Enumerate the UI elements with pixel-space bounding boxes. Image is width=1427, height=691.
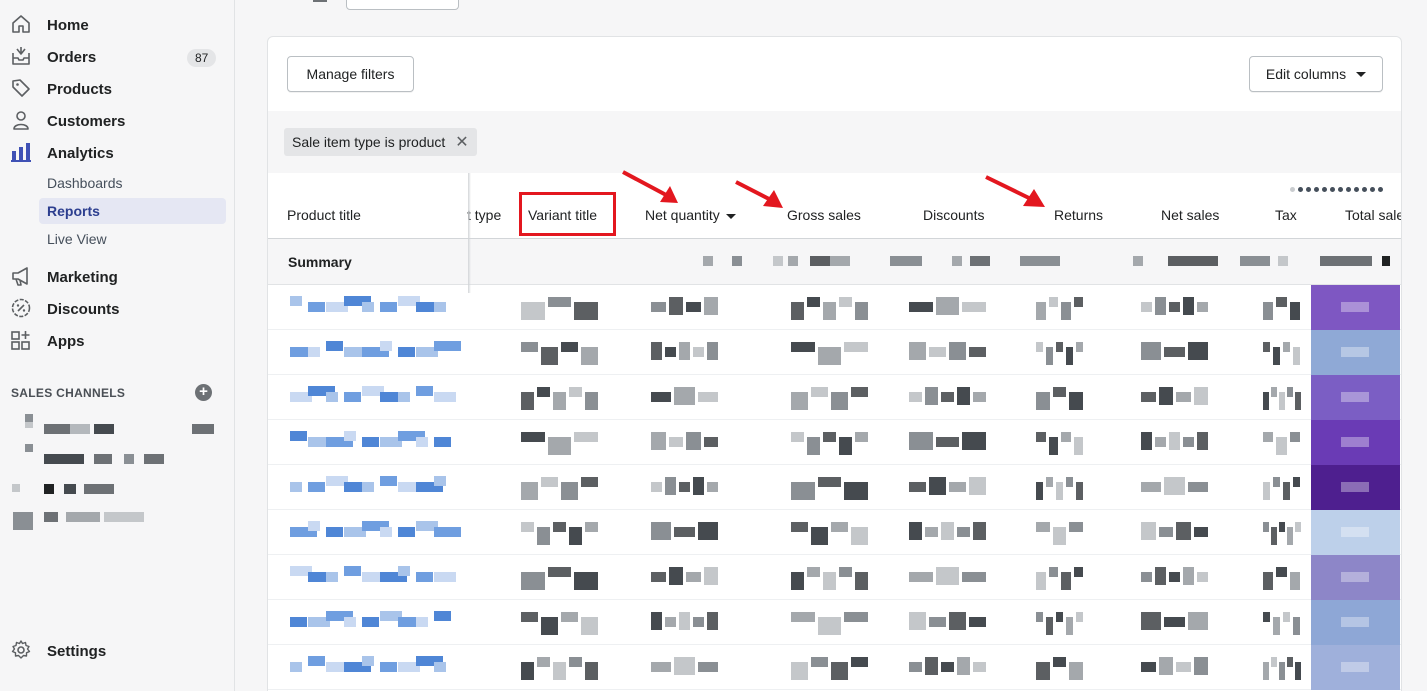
gear-icon [11,640,31,659]
nav-discounts-label: Discounts [47,300,120,318]
nav-settings-label: Settings [47,642,107,660]
megaphone-icon [12,267,28,286]
scroll-position-indicator[interactable] [1290,187,1383,192]
discount-icon [11,298,31,318]
table-row[interactable] [268,645,1401,690]
active-filters-bar: Sale item type is product ✕ [268,111,1401,173]
table-header: Product title t type Variant title Net q… [268,173,1401,239]
manage-filters-button[interactable]: Manage filters [287,56,414,92]
close-icon[interactable]: ✕ [455,132,468,152]
nav-customers-label: Customers [47,112,126,130]
table-row[interactable] [268,420,1401,465]
column-header-tax[interactable]: Tax [1275,207,1297,223]
sales-channel-item[interactable] [10,412,220,434]
nav-orders-label: Orders [47,48,97,66]
total-sales-cell [1311,600,1400,645]
nav-analytics[interactable]: Analytics [0,137,235,169]
home-icon [12,15,30,33]
column-header-gross-sales[interactable]: Gross sales [787,207,861,223]
table-row[interactable] [268,285,1401,330]
tag-icon [12,79,30,97]
nav-settings[interactable]: Settings [0,635,235,667]
annotation-arrow [985,175,1045,207]
nav-orders[interactable]: Orders 87 [0,41,235,73]
sales-channels-title: SALES CHANNELS [11,386,126,400]
total-sales-cell [1311,285,1400,330]
report-card: Manage filters Edit columns Sale item ty… [267,36,1402,691]
table-row[interactable] [268,510,1401,555]
sales-channel-item[interactable] [10,472,220,494]
person-icon [13,111,29,130]
table-row[interactable] [268,465,1401,510]
nav-home[interactable]: Home [0,9,235,41]
total-sales-cell [1311,510,1400,555]
total-sales-cell [1311,420,1400,465]
table-row[interactable] [268,555,1401,600]
nav-apps-label: Apps [47,332,85,350]
frozen-column-divider [468,173,471,293]
orders-count-badge: 87 [187,49,217,67]
table-row[interactable] [268,375,1401,420]
table-row[interactable] [268,330,1401,375]
apps-icon [11,331,30,350]
nav-apps[interactable]: Apps [0,325,235,357]
column-header-total-sales[interactable]: Total sale [1345,207,1401,223]
nav-marketing[interactable]: Marketing [0,261,235,293]
partial-control [313,0,327,2]
filter-chip-label: Sale item type is product [292,134,446,150]
column-header-net-sales[interactable]: Net sales [1161,207,1219,223]
bar-chart-icon [11,143,31,162]
sub-item-reports[interactable]: Reports [39,198,226,224]
column-header-product-title[interactable]: Product title [287,207,361,223]
sub-item-reports-label: Reports [47,203,100,219]
edit-columns-button[interactable]: Edit columns [1249,56,1383,92]
nav-products-label: Products [47,80,113,98]
column-header-returns[interactable]: Returns [1054,207,1103,223]
nav-customers[interactable]: Customers [0,105,235,137]
column-header-discounts[interactable]: Discounts [923,207,984,223]
nav-products[interactable]: Products [0,73,235,105]
add-sales-channel-icon[interactable]: + [195,384,212,401]
sub-item-dashboards[interactable]: Dashboards [39,170,226,196]
column-header-product-type[interactable]: t type [467,207,501,223]
filter-chip: Sale item type is product ✕ [284,128,477,156]
nav-discounts[interactable]: Discounts [0,293,235,325]
total-sales-cell [1311,465,1400,510]
nav-home-label: Home [47,16,89,34]
sales-channel-item[interactable] [10,502,220,530]
sub-item-live-view-label: Live View [47,231,107,247]
annotation-highlight-box [519,192,616,236]
summary-label: Summary [288,254,352,270]
orders-icon [12,47,30,65]
sidebar: Home Orders 87 Products Customers Analyt… [0,0,235,691]
sales-channel-item[interactable] [10,442,220,464]
nav-analytics-label: Analytics [47,144,114,162]
total-sales-cell [1311,375,1400,420]
chevron-down-icon [1356,71,1367,77]
summary-row: Summary [268,239,1401,285]
edit-columns-label: Edit columns [1265,66,1347,82]
total-sales-cell [1311,330,1400,375]
annotation-arrow [622,170,678,203]
total-sales-cell [1311,555,1400,600]
sub-item-live-view[interactable]: Live View [39,226,226,252]
annotation-arrow [735,180,783,208]
sub-item-dashboards-label: Dashboards [47,175,123,191]
date-range-button[interactable] [346,0,459,10]
total-sales-cell [1311,645,1400,690]
nav-marketing-label: Marketing [47,268,118,286]
table-row[interactable] [268,600,1401,645]
